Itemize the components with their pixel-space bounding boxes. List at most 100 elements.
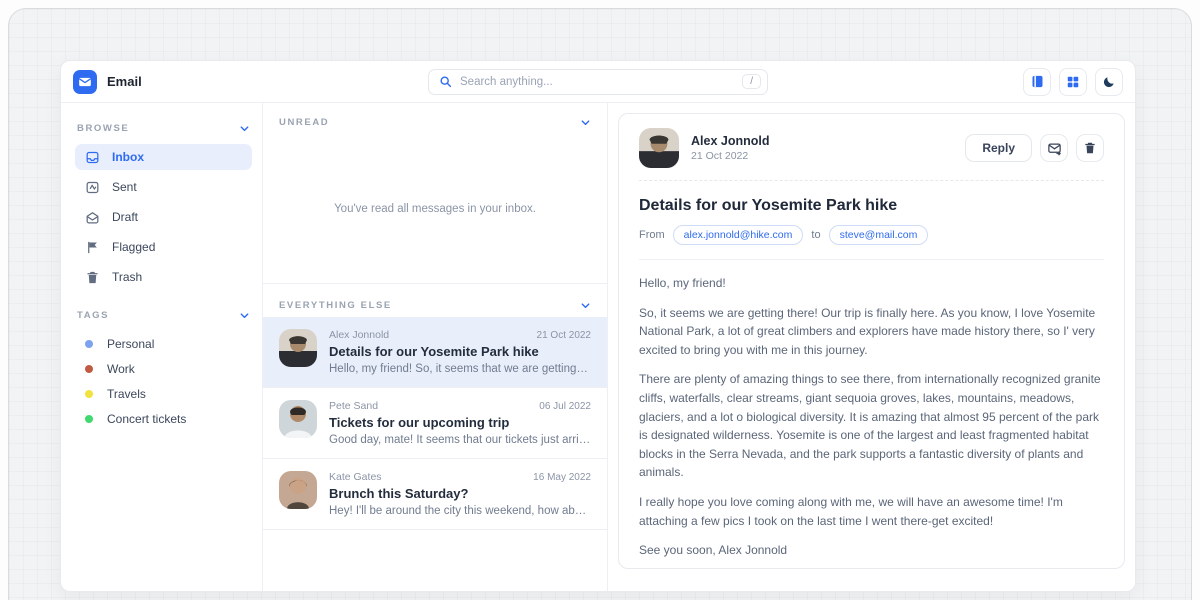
tag-item-travels[interactable]: Travels bbox=[75, 381, 252, 406]
unread-section-header[interactable]: UNREAD bbox=[263, 103, 607, 128]
tag-item-work[interactable]: Work bbox=[75, 356, 252, 381]
search-input[interactable] bbox=[460, 76, 734, 88]
search-icon bbox=[439, 75, 452, 88]
grid-icon bbox=[1066, 75, 1080, 89]
tag-label: Concert tickets bbox=[107, 412, 186, 426]
detail-actions: Reply bbox=[965, 134, 1104, 162]
email-sender: Pete Sand bbox=[329, 400, 378, 412]
search-box[interactable]: / bbox=[428, 69, 768, 95]
forward-button[interactable] bbox=[1040, 134, 1068, 162]
inbox-icon bbox=[85, 150, 100, 165]
from-label: From bbox=[639, 229, 665, 241]
body-paragraph: There are plenty of amazing things to se… bbox=[639, 370, 1104, 482]
email-list-item[interactable]: Alex Jonnold 21 Oct 2022 Details for our… bbox=[263, 317, 607, 388]
sidebar-item-label: Flagged bbox=[112, 240, 155, 254]
detail-header: Alex Jonnold 21 Oct 2022 Reply bbox=[639, 128, 1104, 181]
sidebar-item-inbox[interactable]: Inbox bbox=[75, 144, 252, 170]
app-title: Email bbox=[107, 74, 142, 89]
sidebar-item-label: Draft bbox=[112, 210, 138, 224]
email-preview: Hey! I'll be around the city this weeken… bbox=[329, 505, 591, 517]
to-address-pill[interactable]: steve@mail.com bbox=[829, 225, 929, 245]
sidebar-item-flagged[interactable]: Flagged bbox=[75, 234, 252, 260]
search-shortcut-badge: / bbox=[742, 74, 761, 89]
email-preview: Hello, my friend! So, it seems that we a… bbox=[329, 363, 591, 375]
chevron-down-icon[interactable] bbox=[580, 300, 591, 311]
delete-button[interactable] bbox=[1076, 134, 1104, 162]
email-item-content: Pete Sand 06 Jul 2022 Tickets for our up… bbox=[329, 400, 591, 446]
email-date: 21 Oct 2022 bbox=[537, 330, 591, 341]
body-paragraph: Hello, my friend! bbox=[639, 274, 1104, 293]
tag-item-personal[interactable]: Personal bbox=[75, 331, 252, 356]
sidebar-item-label: Sent bbox=[112, 180, 137, 194]
sidebar-item-trash[interactable]: Trash bbox=[75, 264, 252, 290]
tags-label: TAGS bbox=[77, 310, 109, 321]
book-icon bbox=[1030, 74, 1045, 89]
avatar bbox=[279, 329, 317, 367]
avatar bbox=[279, 400, 317, 438]
email-date: 06 Jul 2022 bbox=[539, 401, 591, 412]
detail-pane: Alex Jonnold 21 Oct 2022 Reply bbox=[608, 103, 1135, 591]
message-list: UNREAD You've read all messages in your … bbox=[263, 103, 608, 591]
sidebar-item-sent[interactable]: Sent bbox=[75, 174, 252, 200]
tag-color-dot bbox=[85, 390, 93, 398]
email-list-item[interactable]: Kate Gates 16 May 2022 Brunch this Satur… bbox=[263, 459, 607, 530]
flag-icon bbox=[85, 240, 100, 255]
everything-else-label: EVERYTHING ELSE bbox=[279, 300, 392, 311]
dark-mode-button[interactable] bbox=[1095, 68, 1123, 96]
unread-empty-message: You've read all messages in your inbox. bbox=[334, 203, 536, 215]
detail-date: 21 Oct 2022 bbox=[691, 150, 953, 162]
moon-icon bbox=[1102, 75, 1116, 89]
reply-button[interactable]: Reply bbox=[965, 134, 1032, 162]
search-area: / bbox=[333, 69, 863, 95]
unread-empty-state: You've read all messages in your inbox. bbox=[263, 134, 607, 284]
body-paragraph: I really hope you love coming along with… bbox=[639, 493, 1104, 530]
tag-label: Travels bbox=[107, 387, 146, 401]
apps-grid-button[interactable] bbox=[1059, 68, 1087, 96]
email-detail-card: Alex Jonnold 21 Oct 2022 Reply bbox=[618, 113, 1125, 569]
screen: Email / bbox=[0, 0, 1200, 600]
tags-section-header[interactable]: TAGS bbox=[77, 310, 250, 321]
tag-label: Personal bbox=[107, 337, 154, 351]
tag-color-dot bbox=[85, 365, 93, 373]
email-body: Hello, my friend! So, it seems we are ge… bbox=[639, 260, 1104, 560]
topbar-actions bbox=[863, 68, 1123, 96]
main-content: BROWSE Inbox Sent bbox=[61, 103, 1135, 591]
detail-sender-name: Alex Jonnold bbox=[691, 134, 953, 148]
email-subject: Brunch this Saturday? bbox=[329, 486, 591, 501]
email-subject: Details for our Yosemite Park hike bbox=[329, 344, 591, 359]
chevron-down-icon[interactable] bbox=[239, 123, 250, 134]
browse-section-header[interactable]: BROWSE bbox=[77, 123, 250, 134]
body-paragraph: See you soon, Alex Jonnold bbox=[639, 541, 1104, 560]
browse-label: BROWSE bbox=[77, 123, 129, 134]
sidebar-item-label: Inbox bbox=[112, 150, 144, 164]
chevron-down-icon[interactable] bbox=[580, 117, 591, 128]
email-sender: Alex Jonnold bbox=[329, 329, 389, 341]
library-button[interactable] bbox=[1023, 68, 1051, 96]
tag-label: Work bbox=[107, 362, 135, 376]
unread-label: UNREAD bbox=[279, 117, 329, 128]
chevron-down-icon[interactable] bbox=[239, 310, 250, 321]
from-address-pill[interactable]: alex.jonnold@hike.com bbox=[673, 225, 804, 245]
sidebar-item-label: Trash bbox=[112, 270, 142, 284]
email-logo-icon bbox=[73, 70, 97, 94]
email-list-item[interactable]: Pete Sand 06 Jul 2022 Tickets for our up… bbox=[263, 388, 607, 459]
tag-item-concert-tickets[interactable]: Concert tickets bbox=[75, 406, 252, 431]
trash-icon bbox=[85, 270, 100, 285]
email-item-content: Kate Gates 16 May 2022 Brunch this Satur… bbox=[329, 471, 591, 517]
email-subject: Tickets for our upcoming trip bbox=[329, 415, 591, 430]
avatar bbox=[639, 128, 679, 168]
sidebar-item-draft[interactable]: Draft bbox=[75, 204, 252, 230]
email-preview: Good day, mate! It seems that our ticket… bbox=[329, 434, 591, 446]
detail-subject: Details for our Yosemite Park hike bbox=[639, 197, 1104, 215]
trash-icon bbox=[1083, 141, 1097, 155]
everything-else-section-header[interactable]: EVERYTHING ELSE bbox=[263, 284, 607, 311]
envelope-forward-icon bbox=[1047, 141, 1062, 156]
tag-color-dot bbox=[85, 415, 93, 423]
topbar: Email / bbox=[61, 61, 1135, 103]
detail-sender-block: Alex Jonnold 21 Oct 2022 bbox=[691, 134, 953, 162]
from-to-row: From alex.jonnold@hike.com to steve@mail… bbox=[639, 225, 1104, 260]
email-item-content: Alex Jonnold 21 Oct 2022 Details for our… bbox=[329, 329, 591, 375]
avatar bbox=[279, 471, 317, 509]
email-sender: Kate Gates bbox=[329, 471, 382, 483]
email-date: 16 May 2022 bbox=[533, 472, 591, 483]
